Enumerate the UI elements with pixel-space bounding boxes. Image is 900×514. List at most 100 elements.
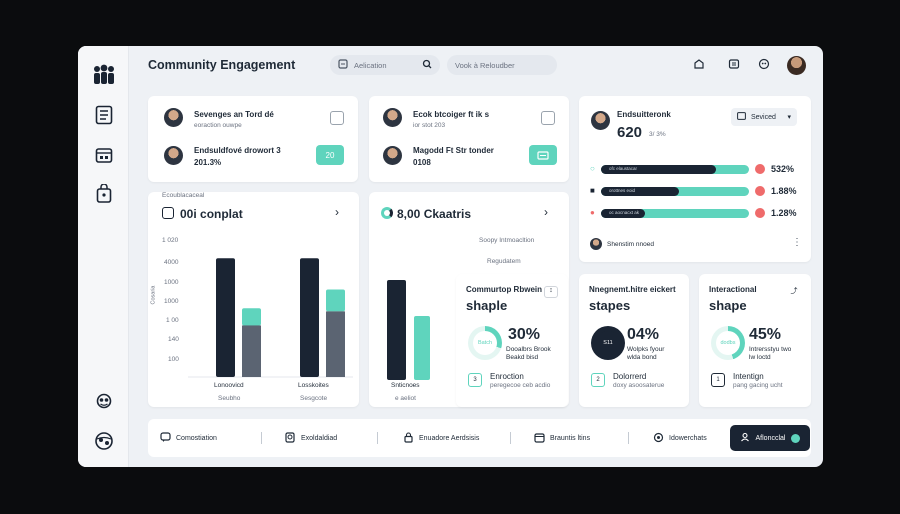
nav-item-idowerchats[interactable]: Idowerchats: [653, 429, 707, 447]
user-icon: [740, 432, 750, 444]
avatar: [383, 146, 402, 165]
row-checkbox[interactable]: [541, 111, 555, 125]
avatar: [590, 238, 602, 250]
alert-dot: [755, 186, 765, 196]
chart-icon[interactable]: ↕: [544, 286, 558, 298]
row-checkbox[interactable]: [330, 111, 344, 125]
progress-label: orottnes eoid: [609, 188, 636, 193]
chart-bar-losskoites-0: [300, 258, 319, 377]
row-sub: 201.3%: [194, 158, 222, 167]
top-bar: Community Engagement Aelication Vook à R…: [129, 46, 823, 90]
nav-item-exoldaldiad[interactable]: Exoldaldiad: [285, 429, 337, 447]
alert-dot: [755, 164, 765, 174]
shape-card-2: Nnegnemt.hitre eickert stapes S11 04% Wo…: [579, 274, 689, 407]
row-name: Sevenges an Tord dé: [194, 110, 274, 119]
user-avatar[interactable]: [787, 56, 806, 75]
progress-pct: 532%: [771, 164, 795, 174]
people-icon[interactable]: [91, 62, 117, 88]
secondary-search-placeholder: Vook à Reloudber: [455, 60, 515, 70]
nav-item-comostiation[interactable]: Comostiation: [160, 429, 217, 447]
progress-pct: 1.28%: [771, 208, 797, 218]
y-tick: 140: [168, 336, 179, 343]
y-tick: 1 00: [166, 317, 179, 324]
status-dot: [791, 433, 801, 443]
link-icon: ○: [590, 164, 595, 173]
footer-title: Intentign: [733, 372, 764, 381]
document-icon[interactable]: [91, 102, 117, 128]
sidebar: [78, 46, 129, 467]
nav-item-active[interactable]: Afloncclal: [730, 425, 810, 451]
progress-label: ofc elaustacar: [609, 166, 638, 171]
search-placeholder: Aelication: [354, 60, 387, 70]
share-icon: [653, 432, 664, 445]
circle-icon: ●: [590, 208, 595, 217]
search-input[interactable]: Aelication: [330, 55, 440, 75]
gauge: S11: [591, 326, 625, 360]
avatar: [164, 108, 183, 127]
y-tick: 100: [168, 356, 179, 363]
card-title-small: Commurtop Rbwein: [466, 285, 542, 294]
y-tick: 1 020: [162, 237, 179, 244]
action-button[interactable]: 3: [468, 373, 482, 387]
nav-item-brauntis[interactable]: Brauntis ltins: [534, 429, 590, 447]
chart-bar: [387, 280, 406, 380]
app-window: Community Engagement Aelication Vook à R…: [78, 46, 823, 467]
chart-header-small: Ecoublacaceal: [162, 192, 205, 199]
gauge-pct: 45%: [749, 326, 782, 343]
card-title: stapes: [589, 298, 631, 313]
calendar-icon[interactable]: [91, 142, 117, 168]
globe-icon[interactable]: [91, 428, 117, 454]
row-name: Endsuldfové drowort 3: [194, 146, 281, 155]
nav-item-enuadore[interactable]: Enuadore Aerdsisis: [403, 429, 479, 447]
x-sub-label: Sesgcote: [300, 395, 328, 402]
settings-icon[interactable]: [91, 388, 117, 414]
shape-card-1: Commurtop Rbwein shaple ↕ Batch 30% Dooa…: [456, 274, 568, 407]
row-sub: eoraction ouwpe: [194, 122, 242, 129]
nav-label: Idowerchats: [669, 434, 707, 442]
chart-bar-lonoovicd-1: [242, 308, 261, 326]
trend-icon[interactable]: ⤴: [787, 286, 801, 298]
globe-top-icon[interactable]: [757, 57, 771, 71]
y-axis-label: Cosaria: [150, 285, 157, 305]
nav-label: Exoldaldiad: [301, 434, 338, 442]
search-icon: [338, 59, 348, 71]
nav-active-label: Afloncclal: [755, 434, 786, 442]
home-icon[interactable]: [692, 57, 706, 71]
card-title: shaple: [466, 298, 508, 313]
gauge: dodbs: [711, 326, 745, 360]
progress-bar-3: oc aocnacxt ak: [601, 209, 749, 218]
avatar: [164, 146, 183, 165]
chart-bar-losskoites-1: [326, 289, 345, 312]
chart-bar-base-losskoites: [326, 311, 345, 377]
nav-label: Comostiation: [176, 434, 217, 442]
card-title-small: Interactional: [709, 285, 757, 294]
pie-icon: [381, 207, 393, 219]
page-title: Community Engagement: [148, 58, 296, 72]
stats-dropdown[interactable]: Seviced ▾: [731, 108, 797, 126]
bag-icon[interactable]: [91, 181, 117, 207]
progress-label: oc aocnacxt ak: [609, 210, 640, 215]
chart-icon: [162, 207, 174, 219]
progress-bar-1: ofc elaustacar: [601, 165, 749, 174]
secondary-search-input[interactable]: Vook à Reloudber: [447, 55, 557, 75]
x-label: Lonoovicd: [214, 382, 244, 389]
lock-icon: ■: [590, 186, 595, 195]
card-title: shape: [709, 298, 747, 313]
chart-title: 00i conplat: [180, 207, 243, 221]
inbox-icon[interactable]: [727, 57, 741, 71]
bar-chart-plot: [188, 258, 353, 378]
inbox-button[interactable]: [529, 145, 557, 165]
divider: [261, 432, 262, 444]
action-button[interactable]: 1: [711, 373, 725, 387]
count-button[interactable]: 20: [316, 145, 344, 165]
nav-label: Brauntis ltins: [550, 434, 591, 442]
more-icon[interactable]: ⋮: [792, 237, 802, 248]
dropdown-value: Seviced: [751, 113, 776, 121]
chevron-right-icon[interactable]: ›: [544, 205, 548, 219]
row-sub: ior stot 203: [413, 122, 446, 129]
action-button[interactable]: 2: [591, 373, 605, 387]
chevron-right-icon[interactable]: ›: [335, 205, 339, 219]
alert-dot: [755, 208, 765, 218]
gauge-pct: 30%: [508, 326, 541, 343]
magnifier-icon[interactable]: [422, 59, 432, 71]
